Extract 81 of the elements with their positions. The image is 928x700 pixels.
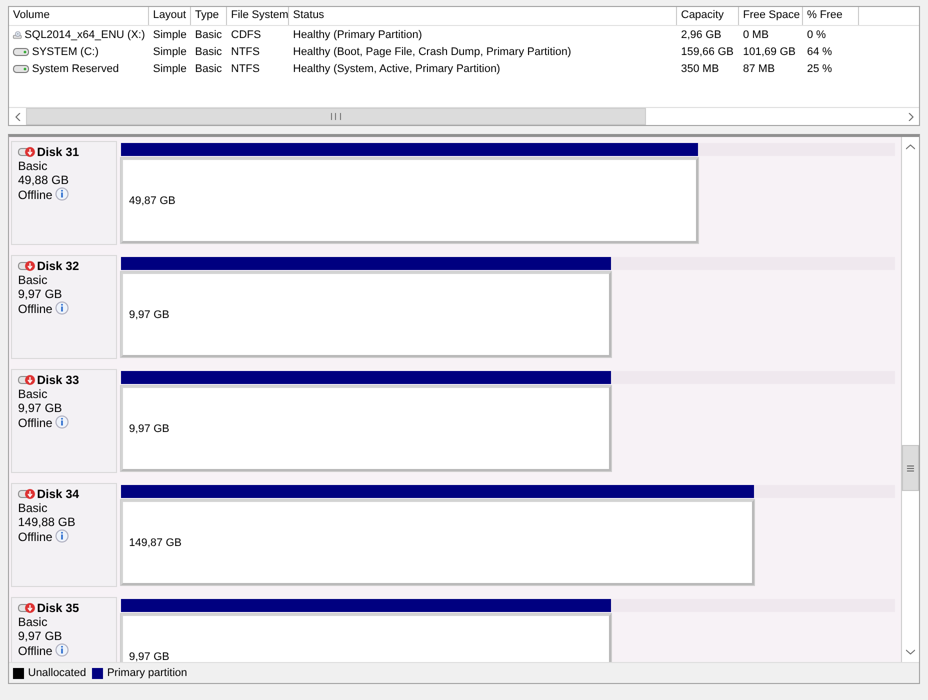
disk-size: 9,97 GB: [18, 629, 64, 643]
partition-box[interactable]: 9,97 GB: [121, 386, 611, 471]
table-cell: System Reserved: [32, 62, 119, 74]
disk-status: Offline: [18, 302, 52, 316]
disk-status: Offline: [18, 644, 52, 658]
info-icon[interactable]: [55, 643, 70, 658]
disk-type: Basic: [18, 273, 48, 287]
offline-disk-icon: [18, 146, 36, 158]
table-cell-text: 87 MB: [742, 62, 776, 74]
grip-icon: [907, 464, 914, 472]
chevron-up-icon[interactable]: [906, 144, 915, 150]
disk-name: Disk 35: [37, 601, 80, 615]
disk-info-panel[interactable]: Disk 32 Basic 9,97 GB Offline: [11, 255, 117, 359]
disk-name: Disk 31: [37, 145, 80, 159]
disk-type: Basic: [18, 387, 48, 401]
partition-size: 9,97 GB: [129, 650, 170, 662]
table-cell-text: 0 %: [806, 28, 827, 40]
partition-box[interactable]: 149,87 GB: [121, 500, 754, 585]
info-icon[interactable]: [55, 187, 70, 202]
table-cell: SYSTEM (C:): [32, 46, 99, 58]
disk-name: Disk 32: [37, 259, 80, 273]
info-icon[interactable]: [55, 415, 70, 430]
vertical-scrollbar[interactable]: [901, 137, 919, 662]
partition-box[interactable]: 9,97 GB: [121, 272, 611, 357]
disk-name: Disk 34: [37, 487, 80, 501]
disk-size: 49,88 GB: [18, 173, 70, 187]
legend-label: Unallocated: [28, 667, 86, 679]
partition-box[interactable]: 49,87 GB: [121, 158, 698, 243]
disk-size: 9,97 GB: [18, 287, 64, 301]
table-cell-text: Simple: [152, 46, 188, 58]
info-icon[interactable]: [55, 529, 70, 544]
table-cell-text: Healthy (Primary Partition): [292, 28, 423, 40]
horizontal-scrollbar[interactable]: [9, 107, 919, 125]
chevron-down-icon[interactable]: [906, 649, 915, 655]
table-cell-text: 350 MB: [680, 62, 720, 74]
partition-size: 49,87 GB: [129, 194, 176, 206]
table-cell-text: Basic: [194, 46, 223, 58]
drive-icon: [13, 64, 29, 74]
disk-info-panel[interactable]: Disk 35 Basic 9,97 GB Offline: [11, 597, 117, 662]
disk-status: Offline: [18, 530, 52, 544]
chevron-right-icon[interactable]: [908, 112, 914, 120]
partition-box[interactable]: 9,97 GB: [121, 614, 611, 662]
disk-type: Basic: [18, 501, 48, 515]
table-cell-text: Simple: [152, 62, 188, 74]
disk-info-panel[interactable]: Disk 34 Basic 149,88 GB Offline: [11, 483, 117, 587]
table-cell-text: 101,69 GB: [742, 46, 797, 58]
table-cell-text: 25 %: [806, 62, 834, 74]
disk-type: Basic: [18, 615, 48, 629]
offline-disk-icon: [18, 374, 36, 386]
table-cell-text: NTFS: [230, 46, 261, 58]
partition-size: 149,87 GB: [129, 536, 182, 548]
partition-size: 9,97 GB: [129, 422, 170, 434]
disk-status: Offline: [18, 188, 52, 202]
disk-size: 9,97 GB: [18, 401, 64, 415]
table-cell: SQL2014_x64_ENU (X:): [24, 28, 145, 40]
disk-info-panel[interactable]: Disk 33 Basic 9,97 GB Offline: [11, 369, 117, 473]
disk-status: Offline: [18, 416, 52, 430]
table-cell-text: Basic: [194, 28, 223, 40]
offline-disk-icon: [18, 260, 36, 272]
table-cell-text: 64 %: [806, 46, 834, 58]
table-cell-text: 0 MB: [742, 28, 770, 40]
partition-size: 9,97 GB: [129, 308, 170, 320]
table-cell-text: Basic: [194, 62, 223, 74]
disk-name: Disk 33: [37, 373, 80, 387]
offline-disk-icon: [18, 602, 36, 614]
grip-icon: [331, 113, 341, 120]
info-icon[interactable]: [55, 301, 70, 316]
disk-size: 149,88 GB: [18, 515, 76, 529]
table-cell-text: Simple: [152, 28, 188, 40]
table-cell-text: Healthy (Boot, Page File, Crash Dump, Primary Partition): [292, 46, 572, 58]
table-cell-text: 159,66 GB: [680, 46, 735, 58]
disk-info-panel[interactable]: Disk 31 Basic 49,88 GB Offline: [11, 141, 117, 245]
table-cell-text: NTFS: [230, 62, 261, 74]
offline-disk-icon: [18, 488, 36, 500]
chevron-left-icon[interactable]: [14, 112, 20, 120]
legend-label: Primary partition: [107, 667, 188, 679]
table-cell-text: CDFS: [230, 28, 262, 40]
table-cell-text: 2,96 GB: [680, 28, 722, 40]
drive-icon: [13, 46, 29, 56]
table-cell-text: Healthy (System, Active, Primary Partition): [292, 62, 502, 74]
disk-type: Basic: [18, 159, 48, 173]
